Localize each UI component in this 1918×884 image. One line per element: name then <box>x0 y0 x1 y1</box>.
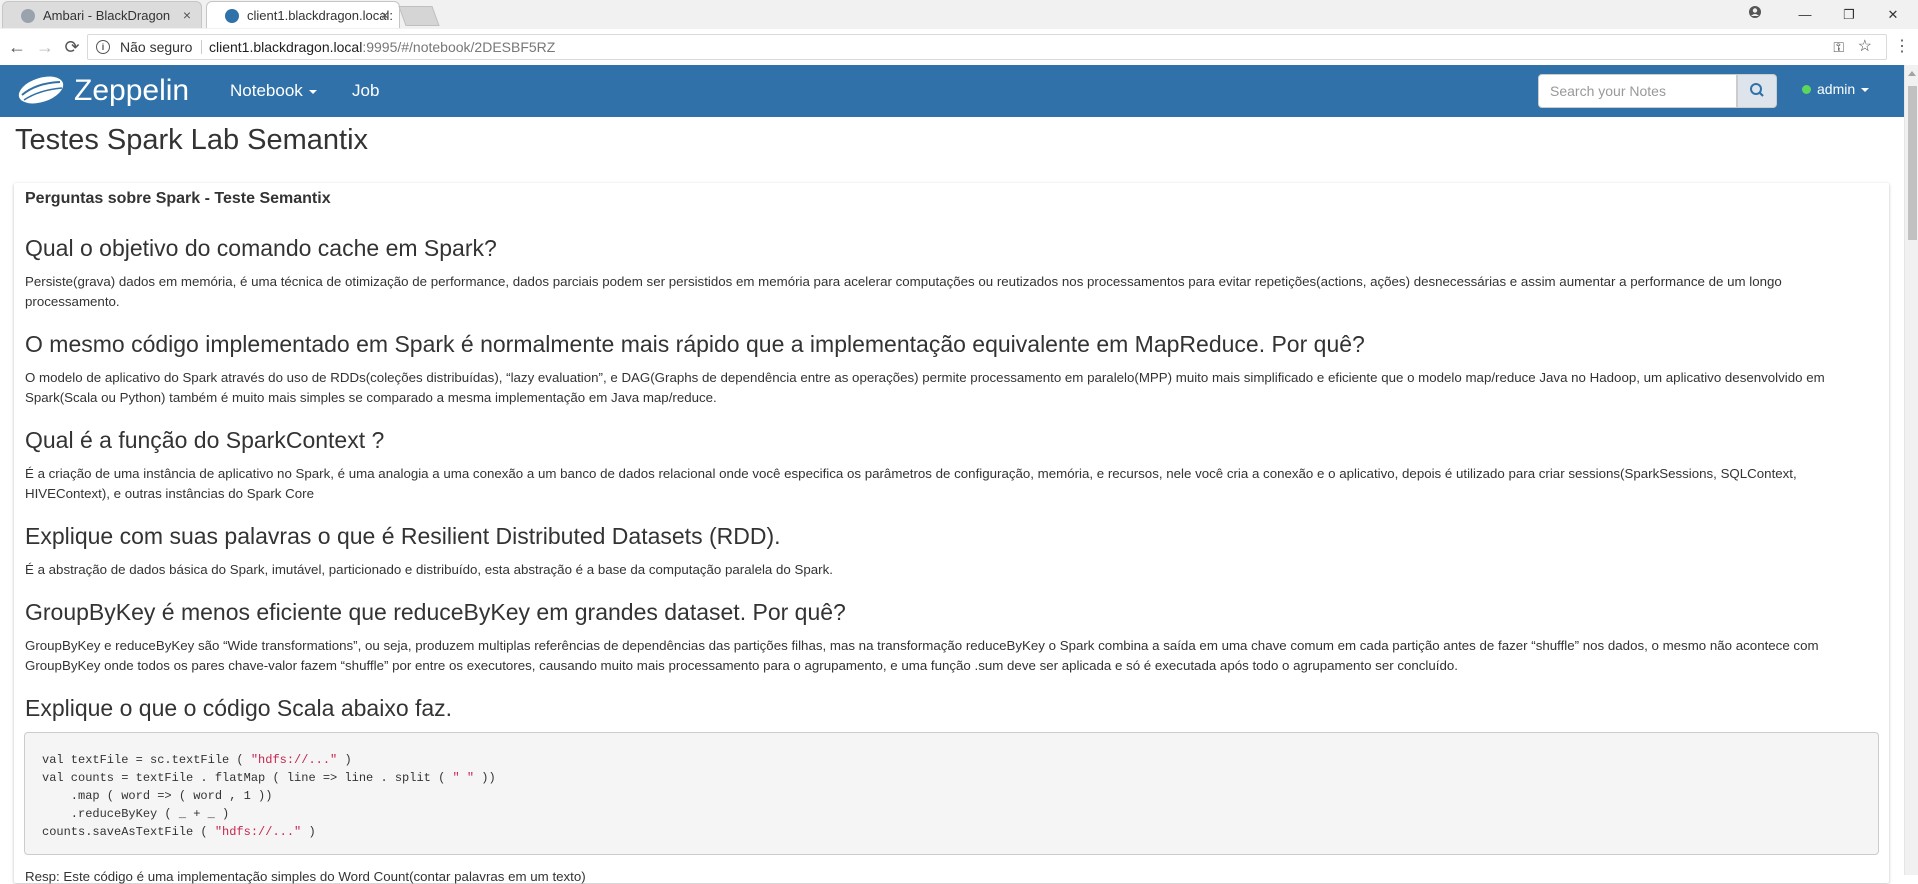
zeppelin-favicon-icon <box>225 9 239 23</box>
answer-text-partial: Resp: Este código é uma implementação si… <box>25 869 586 884</box>
chevron-down-icon <box>1861 88 1870 93</box>
question-heading: GroupByKey é menos eficiente que reduceB… <box>25 599 846 625</box>
code-text: .reduceByKey ( _ + _ ) <box>42 807 230 821</box>
code-text: counts.saveAsTextFile ( <box>42 825 215 839</box>
search-button[interactable] <box>1737 74 1777 108</box>
close-tab-icon[interactable]: × <box>381 2 389 28</box>
key-icon[interactable]: ⚿ <box>1833 35 1844 59</box>
tab-title: client1.blackdragon.local: <box>247 8 393 23</box>
question-heading: Explique o que o código Scala abaixo faz… <box>25 695 453 721</box>
profile-icon[interactable] <box>1733 0 1777 29</box>
notebook-menu[interactable]: Notebook <box>230 81 317 101</box>
tab-title: Ambari - BlackDragon <box>43 8 171 23</box>
notebook-menu-label: Notebook <box>230 81 303 100</box>
zeppelin-logo-icon[interactable] <box>14 73 66 109</box>
code-string: "hdfs://..." <box>250 753 338 767</box>
code-block: val textFile = sc.textFile ( "hdfs://...… <box>24 732 1879 855</box>
code-text: val counts = textFile . flatMap ( line =… <box>42 771 453 785</box>
question-heading: Qual é a função do SparkContext ? <box>25 427 385 453</box>
divider <box>201 40 202 54</box>
more-menu-icon[interactable]: ⋮ <box>1894 29 1910 65</box>
code-string: " " <box>452 771 475 785</box>
online-status-icon <box>1802 85 1811 94</box>
browser-toolbar: ← → ⟳ i Não seguro client1.blackdragon.l… <box>0 29 1918 66</box>
url-path: :9995/#/notebook/2DESBF5RZ <box>362 39 556 55</box>
code-text: .map ( word => ( word , 1 )) <box>42 789 273 803</box>
forward-button[interactable]: → <box>33 29 57 65</box>
new-tab-button[interactable] <box>398 6 440 26</box>
notebook-paragraph: Perguntas sobre Spark - Teste Semantix Q… <box>14 183 1889 884</box>
star-icon[interactable]: ☆ <box>1858 35 1872 59</box>
page-scrollbar[interactable] <box>1904 65 1918 875</box>
code-text: ) <box>301 825 316 839</box>
address-bar[interactable]: i Não seguro client1.blackdragon.local:9… <box>87 34 1887 60</box>
scroll-up-icon[interactable] <box>1908 71 1916 76</box>
zeppelin-navbar: Zeppelin Notebook Job admin <box>0 65 1904 117</box>
chevron-down-icon <box>308 89 317 94</box>
close-window-button[interactable]: ✕ <box>1871 0 1915 29</box>
answer-text: GroupByKey e reduceByKey são “Wide trans… <box>25 638 1819 673</box>
question-heading: Qual o objetivo do comando cache em Spar… <box>25 235 497 261</box>
answer-text: O modelo de aplicativo do Spark através … <box>25 370 1825 405</box>
scroll-thumb[interactable] <box>1908 86 1917 240</box>
search-icon <box>1750 83 1764 97</box>
zeppelin-brand[interactable]: Zeppelin <box>74 74 189 108</box>
info-icon[interactable]: i <box>96 40 110 54</box>
answer-text: Persiste(grava) dados em memória, é uma … <box>25 274 1782 309</box>
username: admin <box>1817 81 1856 97</box>
security-label: Não seguro <box>120 39 193 55</box>
ambari-favicon-icon <box>21 9 35 23</box>
job-menu[interactable]: Job <box>352 81 379 101</box>
answer-text: É a abstração de dados básica do Spark, … <box>25 562 833 577</box>
question-heading: Explique com suas palavras o que é Resil… <box>25 523 781 549</box>
search-notes-input[interactable] <box>1538 74 1737 108</box>
restore-button[interactable]: ❐ <box>1827 0 1871 29</box>
close-tab-icon[interactable]: × <box>183 2 191 28</box>
tab-zeppelin[interactable]: client1.blackdragon.local: × <box>206 1 400 28</box>
minimize-button[interactable]: — <box>1783 0 1827 29</box>
code-string: "hdfs://..." <box>214 825 302 839</box>
code-text: )) <box>474 771 496 785</box>
browser-tabbar: Ambari - BlackDragon × client1.blackdrag… <box>0 0 1918 29</box>
paragraph-title[interactable]: Perguntas sobre Spark - Teste Semantix <box>25 190 331 208</box>
reload-button[interactable]: ⟳ <box>60 29 84 65</box>
url-host: client1.blackdragon.local <box>209 39 363 55</box>
code-text: val textFile = sc.textFile ( <box>42 753 251 767</box>
question-heading: O mesmo código implementado em Spark é n… <box>25 331 1365 357</box>
back-button[interactable]: ← <box>5 29 29 65</box>
code-text: ) <box>337 753 352 767</box>
user-menu[interactable]: admin <box>1802 81 1870 97</box>
notebook-title[interactable]: Testes Spark Lab Semantix <box>15 124 368 157</box>
tab-ambari[interactable]: Ambari - BlackDragon × <box>2 1 202 28</box>
url-text: client1.blackdragon.local:9995/#/noteboo… <box>209 35 555 59</box>
answer-text: É a criação de uma instância de aplicati… <box>25 466 1797 501</box>
